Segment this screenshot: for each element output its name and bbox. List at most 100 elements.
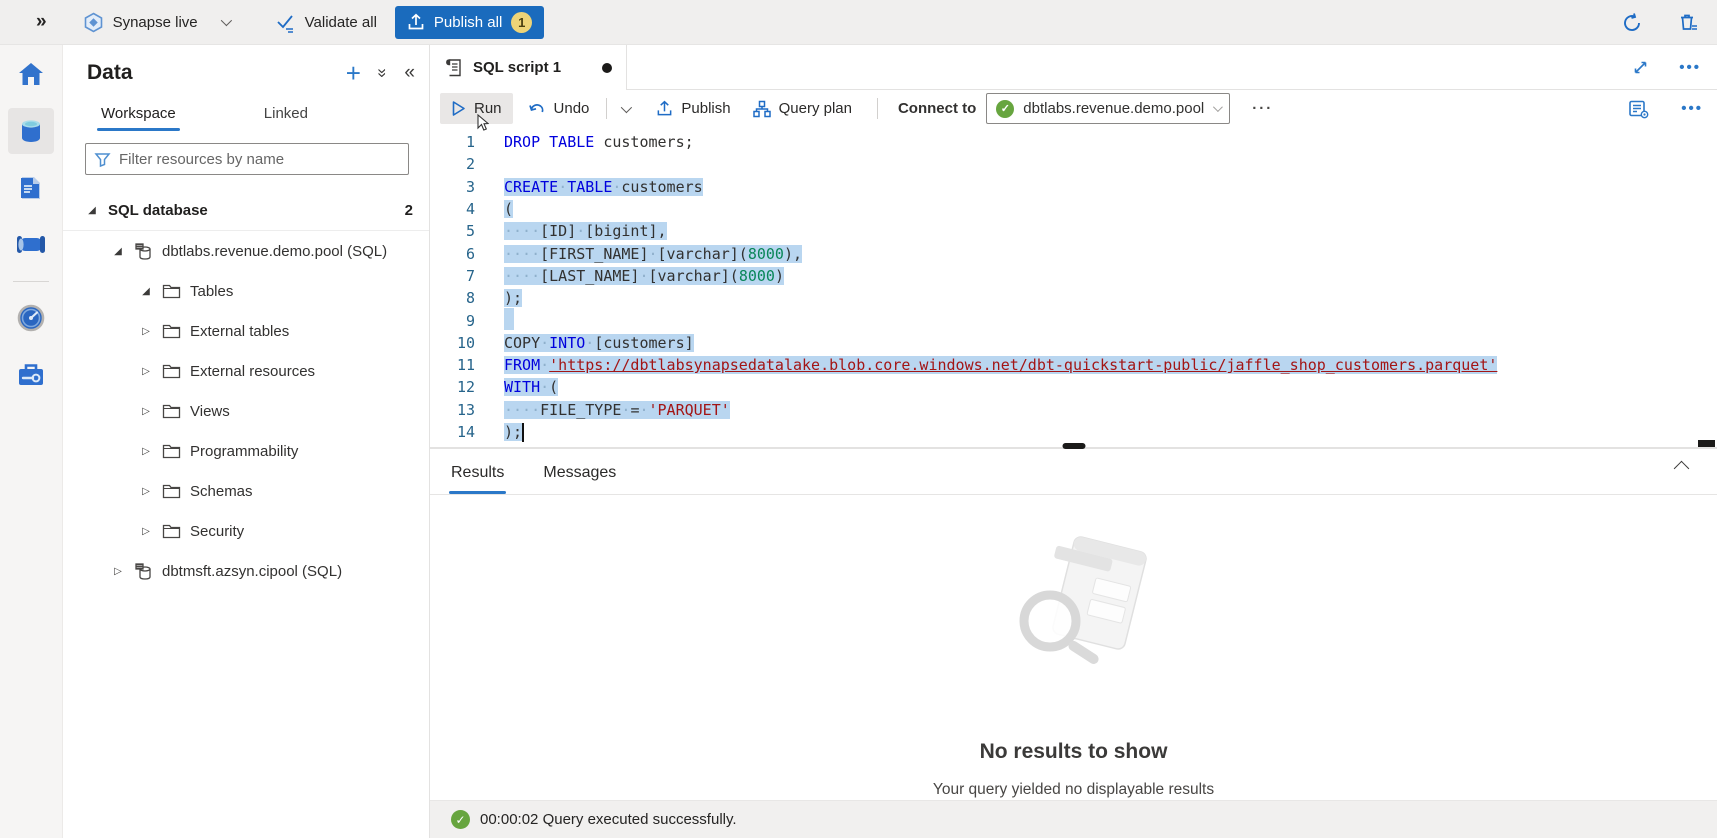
line-number: 13 — [430, 401, 475, 419]
nav-monitor[interactable] — [8, 295, 54, 341]
line-number: 4 — [430, 200, 475, 218]
home-icon — [16, 59, 46, 89]
nav-data[interactable] — [8, 108, 54, 154]
code-line-12: 12 WITH·( — [430, 376, 1717, 398]
empty-results-state: No results to show Your query yielded no… — [430, 495, 1717, 800]
database-cylinder-icon — [16, 116, 46, 146]
add-resource-button[interactable]: + — [346, 63, 361, 83]
tree-item-sql-database[interactable]: ◢ SQL database 2 — [63, 191, 429, 231]
query-plan-icon — [753, 100, 771, 118]
nav-manage[interactable] — [8, 352, 54, 398]
tree-item-dbtlabs-revenue-demo-pool-sql-[interactable]: ◢dbtlabs.revenue.demo.pool (SQL) — [63, 231, 429, 271]
code-line-1: 1 DROP TABLE customers; — [430, 131, 1717, 153]
tree-item-external-tables[interactable]: ▷External tables — [63, 311, 429, 351]
tree-item-dbtmsft-azsyn-cipool-sql-[interactable]: ▷dbtmsft.azsyn.cipool (SQL) — [63, 551, 429, 591]
tree-item-schemas[interactable]: ▷ Schemas — [63, 471, 429, 511]
expand-editor-icon[interactable] — [1632, 59, 1649, 76]
line-content: ····[FIRST_NAME]·[varchar](8000), — [504, 245, 802, 263]
line-content: DROP TABLE customers; — [504, 133, 694, 151]
refresh-icon[interactable] — [1621, 12, 1643, 34]
folder-icon — [162, 524, 181, 539]
caret-expanded-icon[interactable]: ◢ — [139, 286, 153, 297]
editor-scrollbar-thumb[interactable] — [1698, 440, 1715, 447]
caret-collapsed-icon[interactable]: ▷ — [139, 326, 153, 337]
collapse-panel-icon[interactable]: « — [404, 62, 415, 84]
line-content — [504, 308, 514, 334]
validate-label: Validate all — [305, 14, 377, 31]
undo-icon — [528, 101, 546, 117]
expand-nav-icon[interactable]: » — [36, 11, 45, 33]
tab-workspace[interactable]: Workspace — [99, 99, 178, 131]
nav-integrate[interactable] — [8, 222, 54, 268]
run-label: Run — [474, 100, 502, 117]
query-status-bar: ✓ 00:00:02 Query executed successfully. — [430, 800, 1717, 838]
caret-collapsed-icon[interactable]: ▷ — [139, 526, 153, 537]
tree-item-tables[interactable]: ◢Tables — [63, 271, 429, 311]
line-content: ( — [504, 200, 513, 218]
caret-collapsed-icon[interactable]: ▷ — [139, 446, 153, 457]
tab-results[interactable]: Results — [449, 464, 506, 494]
publish-label: Publish — [681, 100, 730, 117]
undo-button[interactable]: Undo — [517, 93, 601, 124]
filter-resources-input[interactable] — [119, 151, 400, 168]
caret-collapsed-icon[interactable]: ▷ — [139, 366, 153, 377]
no-results-illustration — [974, 535, 1174, 684]
line-number: 10 — [430, 334, 475, 352]
pool-selector-dropdown[interactable]: ✓ dbtlabs.revenue.demo.pool — [986, 93, 1230, 124]
publish-all-button[interactable]: Publish all 1 — [395, 6, 544, 39]
code-line-9: 9 — [430, 309, 1717, 331]
line-content: CREATE·TABLE·customers — [504, 178, 703, 196]
resource-tree: ◢ SQL database 2 ◢dbtlabs.revenue.demo.p… — [63, 191, 429, 591]
run-options-dropdown[interactable] — [613, 93, 637, 124]
query-plan-button[interactable]: Query plan — [742, 93, 863, 124]
pool-online-check-icon: ✓ — [996, 100, 1014, 118]
validate-all-button[interactable]: Validate all — [265, 5, 387, 39]
collapse-results-icon[interactable] — [1674, 461, 1690, 477]
code-line-2: 2 — [430, 153, 1717, 175]
line-number: 1 — [430, 133, 475, 151]
tree-item-views[interactable]: ▷ Views — [63, 391, 429, 431]
line-content: WITH·( — [504, 378, 558, 396]
caret-expanded-icon[interactable]: ◢ — [111, 246, 125, 257]
sql-code-editor[interactable]: 1DROP TABLE customers;23CREATE·TABLE·cus… — [430, 127, 1717, 447]
tree-item-external-resources[interactable]: ▷External resources — [63, 351, 429, 391]
caret-collapsed-icon[interactable]: ▷ — [111, 566, 125, 577]
line-number: 12 — [430, 378, 475, 396]
nav-home[interactable] — [8, 51, 54, 97]
tab-messages[interactable]: Messages — [541, 464, 618, 494]
publish-button[interactable]: Publish — [645, 93, 741, 124]
status-time: 00:00:02 — [480, 811, 538, 828]
pool-name: dbtlabs.revenue.demo.pool — [1023, 100, 1204, 117]
caret-expanded-icon[interactable]: ◢ — [85, 205, 99, 216]
tree-label: Schemas — [190, 483, 253, 500]
line-content: ····FILE_TYPE·=·'PARQUET' — [504, 401, 730, 419]
validate-icon — [275, 12, 296, 33]
discard-all-icon[interactable] — [1677, 12, 1699, 34]
tree-item-programmability[interactable]: ▷Programmability — [63, 431, 429, 471]
caret-collapsed-icon[interactable]: ▷ — [139, 486, 153, 497]
code-line-6: 6····[FIRST_NAME]·[varchar](8000), — [430, 242, 1717, 264]
mode-label: Synapse live — [113, 14, 198, 31]
text-cursor — [522, 423, 524, 442]
status-message: Query executed successfully. — [543, 811, 737, 828]
toolbar-more-icon[interactable]: ··· — [1252, 100, 1273, 117]
folder-icon — [162, 404, 181, 419]
nav-develop[interactable] — [8, 165, 54, 211]
database-icon — [134, 562, 153, 581]
line-number: 14 — [430, 423, 475, 441]
editor-more-icon[interactable]: ••• — [1681, 100, 1703, 117]
run-button[interactable]: Run — [440, 93, 513, 124]
caret-collapsed-icon[interactable]: ▷ — [139, 406, 153, 417]
folder-icon — [162, 364, 181, 379]
tab-more-options-icon[interactable]: ••• — [1679, 59, 1701, 76]
properties-icon[interactable] — [1628, 99, 1649, 119]
collapse-all-icon[interactable]: » — [373, 68, 393, 77]
tab-sql-script-1[interactable]: SQL script 1 — [430, 45, 627, 90]
tree-item-security[interactable]: ▷Security — [63, 511, 429, 551]
toolbar-separator — [877, 98, 878, 119]
mode-selector[interactable]: Synapse live — [73, 5, 239, 39]
tab-linked[interactable]: Linked — [262, 99, 310, 131]
tree-label: Views — [190, 403, 230, 420]
document-icon — [17, 174, 45, 202]
empty-subtitle: Your query yielded no displayable result… — [933, 781, 1214, 799]
